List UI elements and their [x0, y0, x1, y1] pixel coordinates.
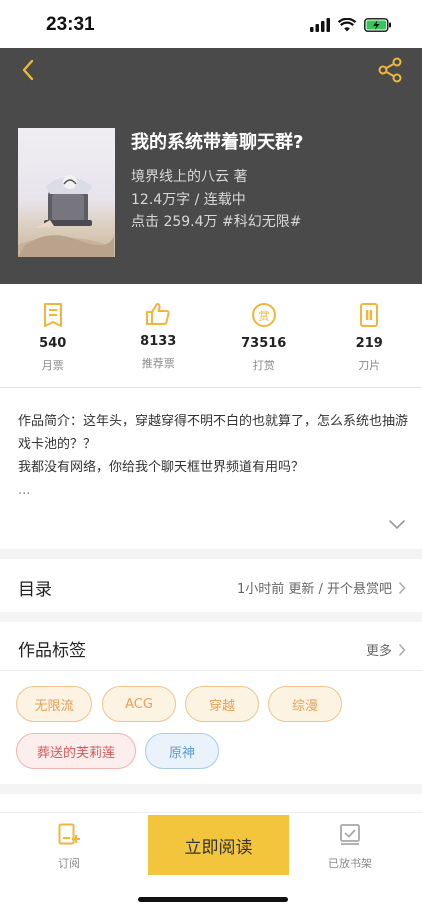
stat-label: 刀片 — [358, 359, 381, 372]
book-intro[interactable]: 作品简介：这年头，穿越穿得不明不白的也就算了，怎么系统也抽游戏卡池的？？ 我都没… — [18, 410, 408, 502]
section-divider — [0, 549, 422, 559]
catalog-title: 目录 — [18, 580, 52, 600]
tags-title: 作品标签 — [18, 641, 86, 661]
status-icons — [310, 18, 392, 32]
read-now-button[interactable]: 立即阅读 — [148, 815, 289, 875]
blade-card-icon — [360, 303, 379, 327]
book-title: 我的系统带着聊天群? — [131, 132, 304, 153]
tag-item[interactable]: ACG — [102, 686, 176, 722]
intro-line: 作品简介：这年头，穿越穿得不明不白的也就算了，怎么系统也抽游戏卡池的？？ — [18, 414, 409, 452]
divider — [0, 670, 422, 671]
stat-value: 73516 — [241, 336, 287, 351]
thumbs-up-icon — [146, 303, 170, 325]
intro-ellipsis: ... — [18, 483, 31, 498]
status-time: 23:31 — [46, 14, 95, 35]
book-header: 我的系统带着聊天群? 境界线上的八云 著 12.4万字 / 连载中 点击 259… — [0, 48, 422, 284]
svg-text:赏: 赏 — [258, 310, 269, 323]
stats-row: 540 月票 8133 推荐票 赏 73516 打赏 219 刀片 — [0, 284, 422, 388]
tag-item[interactable]: 综漫 — [268, 686, 342, 722]
stat-recommend-ticket[interactable]: 8133 推荐票 — [106, 284, 212, 387]
home-indicator[interactable] — [138, 897, 288, 902]
stat-label: 月票 — [41, 359, 64, 372]
subscribe-button[interactable]: 订阅 — [14, 823, 124, 871]
stat-reward[interactable]: 赏 73516 打赏 — [211, 284, 317, 387]
tag-item[interactable]: 葬送的芙莉莲 — [16, 733, 136, 769]
stat-value: 8133 — [140, 334, 177, 349]
stat-value: 219 — [355, 336, 383, 351]
monthly-ticket-icon — [43, 303, 62, 327]
book-cover[interactable] — [18, 128, 115, 257]
chevron-down-icon — [389, 520, 405, 530]
catalog-update: 1小时前 更新 / 开个悬赏吧 — [237, 578, 406, 597]
chevron-right-icon — [398, 643, 406, 656]
book-click-count: 点击 259.4万 #科幻无限# — [131, 214, 302, 230]
tags-more-label: 更多 — [365, 644, 392, 659]
battery-charging-icon — [364, 18, 391, 32]
chevron-left-icon — [22, 59, 34, 81]
share-button[interactable] — [376, 56, 404, 84]
cover-illustration — [18, 175, 114, 257]
intro-line: 我都没有网络，你给我个聊天框世界频道有用吗？ — [18, 460, 305, 475]
stat-label: 打赏 — [252, 359, 275, 372]
tag-item[interactable]: 穿越 — [185, 686, 259, 722]
tag-item[interactable]: 无限流 — [16, 686, 92, 722]
bookshelf-button[interactable]: 已放书架 — [295, 823, 405, 871]
stat-blade[interactable]: 219 刀片 — [317, 284, 422, 387]
book-author[interactable]: 境界线上的八云 著 — [131, 166, 247, 186]
status-bar: 23:31 — [0, 0, 422, 48]
catalog-update-text: 1小时前 更新 / 开个悬赏吧 — [236, 582, 392, 597]
signal-icon — [310, 18, 330, 32]
tag-item[interactable]: 原神 — [145, 733, 219, 769]
back-button[interactable] — [14, 56, 42, 84]
section-divider — [0, 784, 422, 794]
stat-value: 540 — [39, 336, 67, 351]
bookshelf-label: 已放书架 — [328, 857, 372, 870]
stat-label: 推荐票 — [141, 357, 175, 370]
tags-more-button[interactable]: 更多 — [366, 640, 406, 659]
stat-monthly-ticket[interactable]: 540 月票 — [0, 284, 106, 387]
book-word-count: 12.4万字 / 连载中 — [131, 192, 246, 208]
reward-coin-icon: 赏 — [251, 303, 276, 327]
wifi-icon — [338, 18, 356, 32]
expand-intro-button[interactable] — [388, 516, 406, 535]
chevron-right-icon — [398, 581, 406, 594]
subscribe-label: 订阅 — [58, 857, 80, 870]
section-divider — [0, 612, 422, 622]
share-icon — [378, 57, 402, 83]
subscribe-icon — [58, 823, 80, 845]
bookshelf-check-icon — [340, 824, 360, 845]
